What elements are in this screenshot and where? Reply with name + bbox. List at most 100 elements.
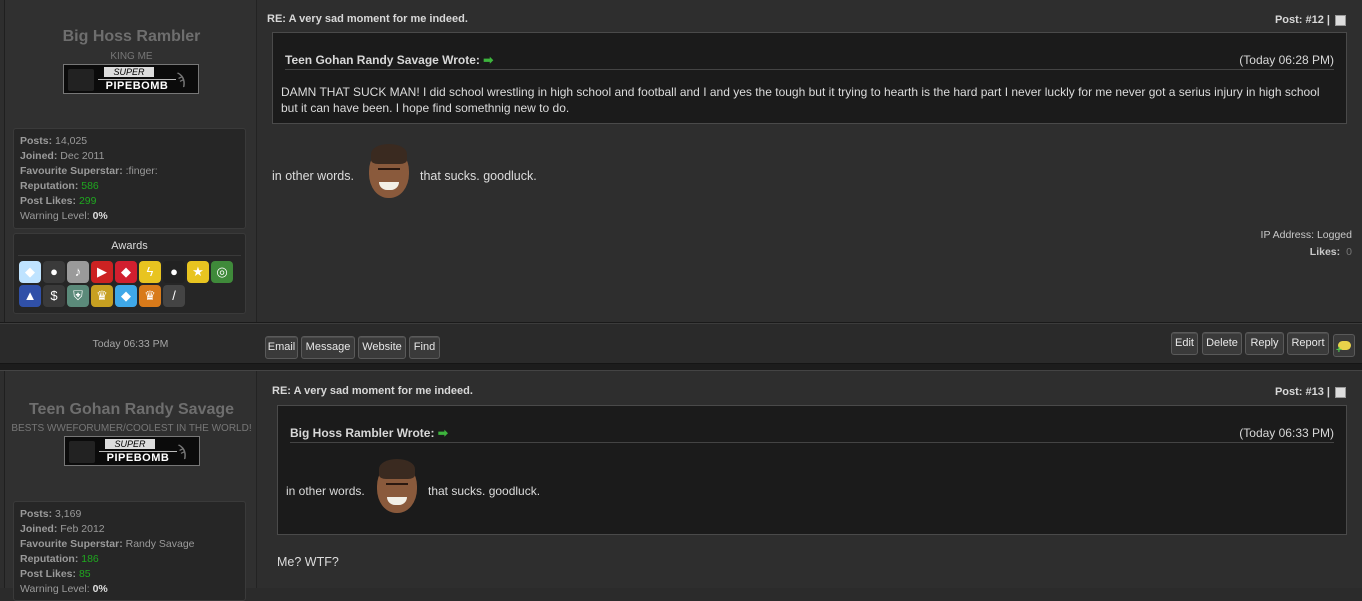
stat-label: Reputation: [20,180,79,192]
ruby-icon[interactable]: ◆ [115,261,137,283]
star-icon[interactable]: ★ [187,261,209,283]
ninja-icon[interactable]: ● [163,261,185,283]
message-text-after: that sucks. goodluck. [420,169,537,183]
user-stats: Posts: 14,025 Joined: Dec 2011 Favourite… [13,128,246,229]
stat-label: Warning Level: [20,210,90,222]
badge-bottom-text: PIPEBOMB [99,451,177,464]
post-12: Big Hoss Rambler KING ME SUPER PIPEBOMB … [0,0,1362,323]
stat-label: Reputation: [20,553,79,565]
microphone-icon[interactable]: ♪ [67,261,89,283]
shield-icon[interactable]: ⛨ [67,285,89,307]
likes-number: 0 [1346,246,1352,258]
select-post-checkbox[interactable] [1335,386,1346,398]
stat-label: Post Likes: [20,195,77,207]
user-stats: Posts: 3,169 Joined: Feb 2012 Favourite … [13,501,246,601]
post-number[interactable]: Post: #12 | [1275,14,1346,26]
xzibit-smiley-image [375,459,419,515]
quote-time: (Today 06:28 PM) [1239,53,1334,67]
chrome-icon[interactable]: ◎ [211,261,233,283]
user-info-panel: Big Hoss Rambler KING ME SUPER PIPEBOMB … [4,0,257,322]
badge-top-text: SUPER [105,439,155,449]
badge-logo-icon: ϡ [176,71,186,88]
quote-text-before: in other words. [286,484,365,498]
trophy-icon[interactable]: ♛ [91,285,113,307]
stat-label: Joined: [20,150,58,162]
arrow-right-icon[interactable]: ➡ [483,53,493,67]
quick-reply-icon[interactable]: + [1333,334,1355,357]
stat-label: Posts: [20,135,53,147]
diamond-icon[interactable]: ◆ [19,261,41,283]
username[interactable]: Teen Gohan Randy Savage [5,401,258,419]
awards-grid: ◆ ● ♪ ▶ ◆ ϟ ● ★ ◎ ▲ $ ⛨ ♛ ◆ ♛ / [19,260,241,308]
stat-label: Favourite Superstar: [20,538,123,550]
stat-post-likes[interactable]: 299 [79,195,97,207]
message-text-before: in other words. [272,169,354,183]
post-title: RE: A very sad moment for me indeed. [267,13,468,25]
quote-author-text[interactable]: Teen Gohan Randy Savage Wrote: [285,53,480,67]
post-number-text[interactable]: Post: #12 | [1275,14,1330,26]
find-button[interactable]: Find [409,336,440,359]
stat-posts: 14,025 [55,135,88,147]
stat-label: Favourite Superstar: [20,165,123,177]
post-time: Today 06:33 PM [92,338,169,350]
badge-top-text: SUPER [104,67,154,77]
user-info-panel: Teen Gohan Randy Savage BESTS WWEFORUMER… [4,371,258,601]
edit-button[interactable]: Edit [1171,332,1198,355]
lightning-icon[interactable]: ϟ [139,261,161,283]
dollar-icon[interactable]: $ [43,285,65,307]
stat-label: Warning Level: [20,583,90,595]
bomb-icon[interactable]: ● [43,261,65,283]
likes-count: Likes: 0 [1310,246,1352,258]
knife-icon[interactable]: / [163,285,185,307]
reply-button[interactable]: Reply [1245,332,1284,355]
select-post-checkbox[interactable] [1335,14,1346,26]
quote-header: Teen Gohan Randy Savage Wrote: ➡ (Today … [285,33,1334,70]
user-badge: SUPER PIPEBOMB ϡ [64,436,200,466]
likes-label: Likes: [1309,246,1341,258]
xzibit-smiley-image [367,144,411,200]
quote-author[interactable]: Big Hoss Rambler Wrote: ➡ [290,426,448,440]
delete-button[interactable]: Delete [1202,332,1242,355]
quote-block: Big Hoss Rambler Wrote: ➡ (Today 06:33 P… [277,405,1347,535]
youtube-icon[interactable]: ▶ [91,261,113,283]
user-title: BESTS WWEFORUMER/COOLEST IN THE WORLD! [11,423,252,434]
quote-time: (Today 06:33 PM) [1239,426,1334,440]
post-number-text[interactable]: Post: #13 | [1275,386,1330,398]
email-button[interactable]: Email [265,336,298,359]
stat-post-likes[interactable]: 85 [79,568,91,580]
post-number[interactable]: Post: #13 | [1275,386,1346,398]
stat-superstar: :finger: [125,165,158,177]
username[interactable]: Big Hoss Rambler [5,28,258,46]
stat-posts: 3,169 [55,508,82,520]
stat-warning: 0% [92,210,108,222]
rocket-icon[interactable]: ▲ [19,285,41,307]
quote-author-text[interactable]: Big Hoss Rambler Wrote: [290,426,434,440]
post-content: RE: A very sad moment for me indeed. Pos… [258,0,1362,322]
awards-panel: Awards ◆ ● ♪ ▶ ◆ ϟ ● ★ ◎ ▲ $ ⛨ ♛ ◆ ♛ / [13,233,246,314]
message-button[interactable]: Message [301,336,355,359]
user-badge: SUPER PIPEBOMB ϡ [63,64,199,94]
report-button[interactable]: Report [1287,332,1329,355]
stat-warning: 0% [92,583,108,595]
quote-text: DAMN THAT SUCK MAN! I did school wrestli… [281,85,1320,115]
stat-label: Joined: [20,523,58,535]
blue-diamond-icon[interactable]: ◆ [115,285,137,307]
website-button[interactable]: Website [358,336,406,359]
quote-text-after: that sucks. goodluck. [428,484,541,498]
quote-header: Big Hoss Rambler Wrote: ➡ (Today 06:33 P… [290,406,1334,443]
stat-reputation[interactable]: 586 [81,180,99,192]
crown-icon[interactable]: ♛ [139,285,161,307]
stat-superstar: Randy Savage [125,538,195,550]
stat-label: Post Likes: [20,568,77,580]
stat-joined: Dec 2011 [60,150,105,162]
quote-author[interactable]: Teen Gohan Randy Savage Wrote: ➡ [285,53,493,67]
awards-title: Awards [18,234,241,256]
stat-reputation[interactable]: 186 [81,553,99,565]
badge-logo-icon: ϡ [177,443,187,460]
post-footer-bar: Today 06:33 PM Email Message Website Fin… [0,323,1362,364]
stat-label: Posts: [20,508,53,520]
arrow-right-icon[interactable]: ➡ [438,426,448,440]
quote-block: Teen Gohan Randy Savage Wrote: ➡ (Today … [272,32,1347,124]
post-title: RE: A very sad moment for me indeed. [272,385,473,397]
message-text: Me? WTF? [277,555,339,569]
